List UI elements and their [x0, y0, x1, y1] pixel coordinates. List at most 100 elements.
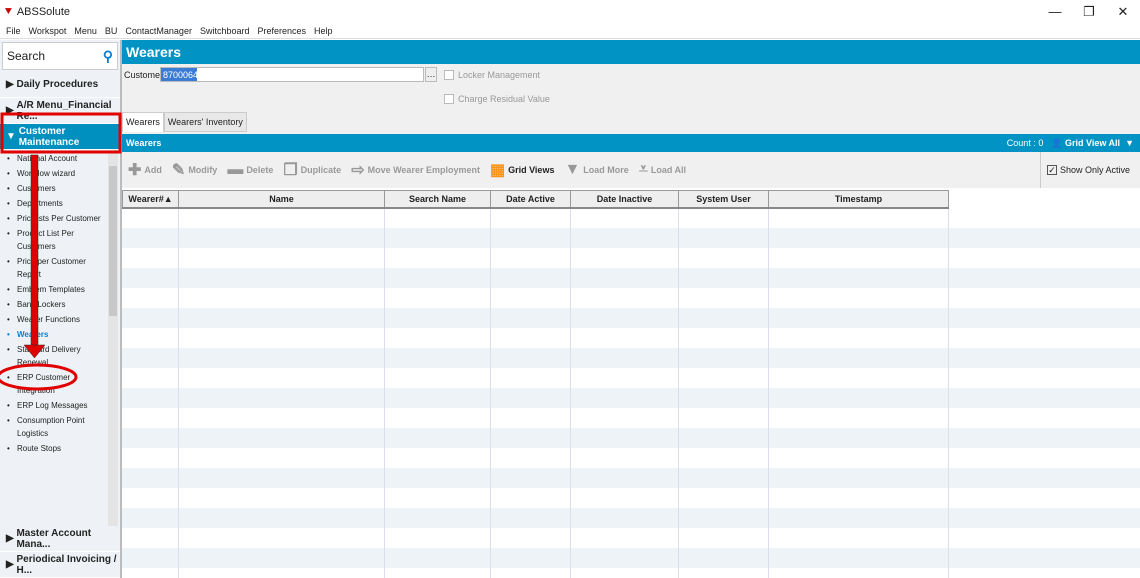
sidebar-item-label: Customers [17, 184, 56, 193]
customer-maintenance-items: • National Account • Workflow wizard • Custom… [0, 150, 120, 526]
sidebar-item[interactable]: • Departments [0, 197, 120, 210]
column-header[interactable]: System User [678, 190, 769, 209]
sidebar-item[interactable]: • Pricelists Per Customer [0, 212, 120, 225]
group-customer-maintenance[interactable]: ▼ Customer Maintenance [0, 124, 120, 150]
load-all-button[interactable]: ⩡ Load All [639, 161, 686, 179]
customer-label: Customer [124, 70, 164, 80]
column-header[interactable]: Timestamp [768, 190, 949, 209]
locker-management-checkbox[interactable]: Locker Management [444, 70, 540, 80]
sidebar-item-label: Wearers [17, 330, 49, 339]
menu-switchboard[interactable]: Switchboard [200, 26, 250, 36]
modify-button[interactable]: ✎ Modify [172, 160, 217, 180]
tab-wearers-inventory[interactable]: Wearers' Inventory [163, 112, 247, 132]
tab-wearers[interactable]: Wearers [122, 112, 164, 132]
bullet-icon: • [7, 401, 10, 410]
column-divider [678, 208, 679, 578]
bullet-icon: • [7, 416, 10, 425]
menu-workspot[interactable]: Workspot [29, 26, 67, 36]
grid-icon: ▦ [489, 162, 506, 179]
group-ar-menu[interactable]: ▶ A/R Menu_Financial Re... [0, 98, 120, 124]
bullet-icon: • [7, 214, 10, 223]
sidebar-item[interactable]: • Bank Lockers [0, 298, 120, 311]
duplicate-button[interactable]: ❐ Duplicate [283, 160, 341, 180]
group-label: Daily Procedures [16, 79, 99, 90]
sidebar-item[interactable]: • Route Stops [0, 442, 120, 455]
column-header[interactable]: Wearer#▲ [122, 190, 179, 209]
menu-bar: File Workspot Menu BU ContactManager Swi… [0, 24, 1140, 39]
grid-rows [122, 208, 1140, 578]
toolbar: ✚ Add ✎ Modify ▬ Delete ❐ Duplicate ⇨ Move We… [122, 152, 1140, 188]
sidebar-item[interactable]: • Wearer Functions [0, 313, 120, 326]
delete-button[interactable]: ▬ Delete [227, 161, 273, 179]
group-periodical-invoicing[interactable]: ▶ Periodical Invoicing / H... [0, 552, 120, 578]
sidebar-item[interactable]: • Standard Delivery Renewal [0, 343, 120, 369]
add-button[interactable]: ✚ Add [128, 160, 162, 180]
menu-file[interactable]: File [6, 26, 21, 36]
charge-residual-checkbox[interactable]: Charge Residual Value [444, 94, 550, 104]
sidebar-item[interactable]: • National Account [0, 152, 120, 165]
sidebar-item[interactable]: • Product List Per Customers [0, 227, 120, 253]
search-placeholder: Search [7, 49, 46, 63]
sidebar-item[interactable]: • Consumption Point Logistics [0, 414, 120, 440]
button-label: Move Wearer Employment [367, 165, 480, 175]
menu-contactmanager[interactable]: ContactManager [125, 26, 192, 36]
close-button[interactable]: ✕ [1106, 0, 1140, 24]
page-title: Wearers [122, 40, 1140, 64]
button-label: Duplicate [300, 165, 342, 175]
column-divider [384, 208, 385, 578]
column-divider [490, 208, 491, 578]
sidebar-item[interactable]: • Wearers [0, 328, 120, 341]
column-header[interactable]: Name [178, 190, 385, 209]
chevron-down-icon[interactable]: ▼ [1125, 138, 1134, 148]
arrow-down-bar-icon: ⩡ [638, 161, 648, 178]
group-label: Customer Maintenance [18, 125, 80, 148]
group-master-account[interactable]: ▶ Master Account Mana... [0, 526, 120, 552]
customer-panel: Customer … Locker Management Charge Resi… [122, 64, 1140, 134]
sidebar-item-label: ERP Customer Integration [17, 373, 71, 395]
load-more-button[interactable]: ▼ Load More [564, 161, 628, 179]
move-wearer-employment-button[interactable]: ⇨ Move Wearer Employment [351, 160, 480, 180]
checkbox-label: Charge Residual Value [458, 94, 550, 104]
grid-view-dropdown[interactable]: Grid View All [1065, 138, 1120, 148]
group-daily-procedures[interactable]: ▶ Daily Procedures [0, 72, 120, 98]
sidebar-item[interactable]: • Workflow wizard [0, 167, 120, 180]
sidebar-item[interactable]: • ERP Log Messages [0, 399, 120, 412]
customer-field[interactable] [160, 67, 424, 82]
grid-views-button[interactable]: ▦ Grid Views [490, 160, 554, 180]
search-icon[interactable]: ⚲ [103, 48, 113, 65]
button-label: Delete [246, 165, 274, 175]
sidebar-scrollbar[interactable] [108, 150, 118, 526]
scroll-thumb[interactable] [109, 166, 117, 316]
search-input[interactable]: Search ⚲ [2, 42, 118, 70]
sidebar-item-label: Emblem Templates [17, 285, 85, 294]
menu-preferences[interactable]: Preferences [257, 26, 306, 36]
customer-lookup-button[interactable]: … [425, 67, 437, 82]
checkbox-label: Locker Management [458, 70, 541, 80]
user-icon: 👤 [1051, 138, 1066, 148]
count-label: Count : 0 [1006, 138, 1044, 148]
bullet-icon: • [7, 300, 10, 309]
menu-menu[interactable]: Menu [74, 26, 97, 36]
sidebar-item[interactable]: • ERP Customer Integration [0, 371, 120, 397]
column-header[interactable]: Date Active [490, 190, 571, 209]
sidebar-item[interactable]: • Customers [0, 182, 120, 195]
title-bar: ⯆ ABSSolute [0, 0, 1140, 24]
column-header[interactable]: Search Name [384, 190, 491, 209]
bullet-icon: • [7, 184, 10, 193]
minimize-button[interactable]: — [1038, 0, 1072, 24]
bullet-icon: • [7, 373, 10, 382]
bullet-icon: • [7, 345, 10, 354]
section-title: Wearers [126, 138, 162, 148]
sidebar-item[interactable]: • Price per Customer Report [0, 255, 120, 281]
menu-help[interactable]: Help [314, 26, 333, 36]
show-only-active-checkbox[interactable]: ✓ Show Only Active [1040, 152, 1140, 188]
column-label: Search Name [408, 193, 467, 204]
sidebar-item[interactable]: • Emblem Templates [0, 283, 120, 296]
menu-bu[interactable]: BU [105, 26, 118, 36]
sidebar-item-label: Departments [17, 199, 63, 208]
restore-button[interactable]: ❐ [1072, 0, 1106, 24]
sidebar: Search ⚲ ▶ Daily Procedures ▶ A/R Menu_Fi… [0, 40, 122, 578]
minus-icon: ▬ [227, 161, 244, 178]
bullet-icon: • [7, 199, 10, 208]
column-header[interactable]: Date Inactive [570, 190, 679, 209]
